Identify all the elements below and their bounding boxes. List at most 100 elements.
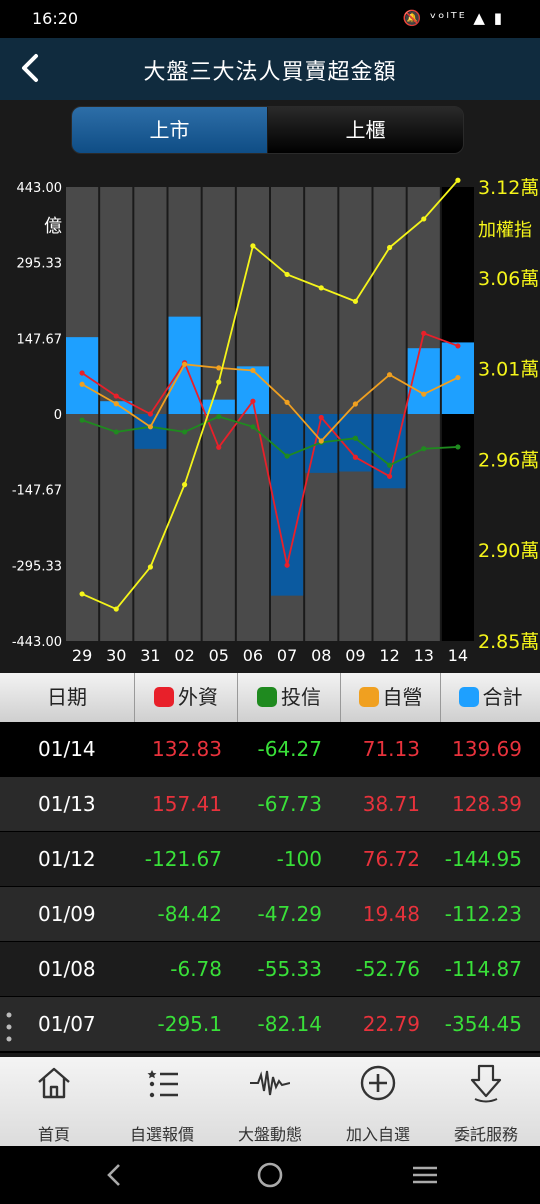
y-tick-label: 0 (54, 408, 62, 423)
row-total: -144.95 (444, 847, 522, 871)
segment-otc[interactable]: 上櫃 (268, 107, 463, 153)
series-point (216, 365, 222, 371)
row-dealer: 19.48 (362, 902, 420, 926)
x-tick-label: 05 (209, 646, 229, 665)
market-segment-control: 上市 上櫃 (71, 106, 464, 154)
y2-tick-label: 2.85萬 (478, 631, 539, 653)
series-point (455, 177, 461, 183)
row-date: 01/12 (38, 847, 96, 871)
series-point (113, 429, 119, 435)
more-vertical-icon[interactable] (0, 1000, 18, 1054)
row-total: 139.69 (452, 737, 522, 761)
table-row[interactable]: 01/09 -84.42 -47.29 19.48 -112.23 (0, 887, 540, 943)
series-point (79, 591, 85, 597)
total-legend-icon (458, 687, 479, 707)
y-axis-label: 億 (44, 216, 62, 237)
series-point (318, 438, 324, 444)
dealer-legend-icon (358, 687, 379, 707)
header-total: 合計 (441, 673, 540, 722)
y2-tick-label: 2.96萬 (478, 449, 539, 471)
header-dealer: 自營 (341, 673, 441, 722)
series-point (79, 381, 85, 387)
x-tick-label: 07 (277, 646, 297, 665)
y-tick-label: -147.67 (12, 484, 62, 499)
series-point (113, 606, 119, 612)
series-point (284, 399, 290, 405)
series-point (216, 379, 222, 385)
segment-listed[interactable]: 上市 (72, 107, 267, 153)
table-row[interactable]: 01/12 -121.67 -100 76.72 -144.95 (0, 832, 540, 888)
table-row[interactable]: 01/13 157.41 -67.73 38.71 128.39 (0, 777, 540, 833)
row-total: -112.23 (444, 902, 522, 926)
series-point (386, 244, 393, 251)
x-tick-label: 08 (311, 646, 331, 665)
top-header: 大盤三大法人買賣超金額 (0, 38, 540, 100)
tab-home[interactable]: 首頁 (0, 1057, 108, 1146)
page-title: 大盤三大法人買賣超金額 (143, 60, 397, 85)
series-point (352, 401, 359, 407)
y-tick-label: -295.33 (12, 559, 62, 574)
row-trust: -64.27 (257, 737, 322, 761)
nav-back-icon[interactable] (100, 1160, 128, 1190)
y2-tick-label: 3.12萬 (478, 177, 539, 199)
x-tick-label: 14 (448, 646, 468, 665)
tab-add-watch-label: 加入自選 (345, 1125, 410, 1144)
header-date: 日期 (0, 673, 135, 722)
series-point (79, 417, 85, 423)
y2-axis-label: 加權指 (478, 220, 532, 241)
series-point (147, 411, 154, 417)
tab-home-label: 首頁 (37, 1125, 70, 1144)
series-point (421, 391, 427, 397)
series-point (284, 271, 290, 278)
series-point (147, 564, 154, 570)
row-trust: -100 (276, 847, 322, 871)
x-tick-label: 02 (174, 646, 194, 665)
series-point (352, 435, 359, 441)
series-point (318, 414, 324, 421)
row-dealer: 22.79 (362, 1012, 420, 1036)
table-row[interactable]: 01/08 -6.78 -55.33 -52.76 -114.87 (0, 942, 540, 998)
y-tick-label: 147.67 (17, 332, 63, 347)
series-point (421, 216, 427, 222)
y-tick-label: -443.00 (12, 635, 62, 650)
row-foreign: -121.67 (144, 847, 222, 871)
system-nav-bar (0, 1146, 540, 1204)
y2-tick-label: 3.01萬 (478, 359, 539, 381)
series-point (216, 413, 222, 420)
x-tick-label: 09 (345, 646, 365, 665)
tab-order-service[interactable]: 委託服務 (432, 1057, 540, 1146)
series-point (250, 367, 256, 374)
list-icon (147, 1070, 178, 1098)
nav-home-icon[interactable] (256, 1161, 284, 1189)
row-dealer: -52.76 (355, 957, 420, 981)
table-row[interactable]: 01/07 -295.1 -82.14 22.79 -354.45 (0, 997, 540, 1053)
series-point (181, 429, 188, 435)
tab-market[interactable]: 大盤動態 (216, 1057, 324, 1146)
series-point (181, 361, 188, 367)
series-point (386, 462, 393, 468)
total-bar (271, 414, 304, 596)
row-total: -354.45 (444, 1012, 522, 1036)
x-tick-label: 30 (106, 646, 126, 665)
trust-legend-icon (257, 687, 277, 707)
nav-recents-icon[interactable] (410, 1161, 440, 1189)
pulse-icon (250, 1070, 290, 1096)
y2-tick-label: 2.90萬 (478, 540, 539, 562)
series-point (250, 424, 256, 430)
y-tick-label: 295.33 (17, 257, 63, 272)
x-tick-label: 29 (72, 646, 92, 665)
row-total: -114.87 (444, 957, 522, 981)
tab-watchlist[interactable]: 自選報價 (108, 1057, 216, 1146)
table-row[interactable]: 01/14 132.83 -64.27 71.13 139.69 (0, 722, 540, 778)
bottom-tab-bar: 首頁 自選報價 大盤動態 加入自選 委託服務 (0, 1057, 540, 1146)
series-point (113, 393, 119, 399)
table-header: 日期 外資 投信 自營 合計 (0, 673, 540, 722)
series-point (421, 330, 427, 336)
series-point (455, 343, 461, 349)
series-point (250, 398, 256, 404)
tab-order-service-label: 委託服務 (453, 1125, 518, 1144)
institutional-chart: 443.00 295.33 147.67 0 -147.67 -295.33 -443.00… (12, 177, 540, 665)
row-date: 01/07 (38, 1012, 96, 1036)
home-icon (38, 1067, 70, 1099)
tab-add-watch[interactable]: 加入自選 (324, 1057, 432, 1146)
